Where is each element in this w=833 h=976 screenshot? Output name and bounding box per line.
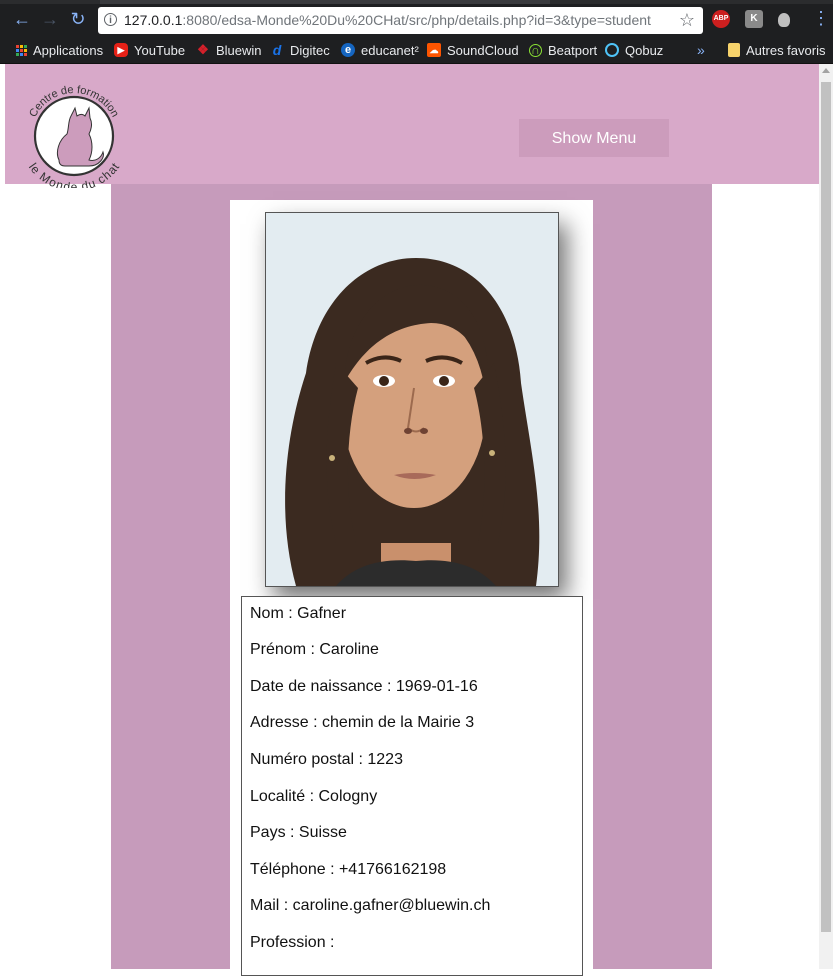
- bookmark-beatport[interactable]: ∩ Beatport: [529, 41, 597, 59]
- youtube-icon: ▶: [114, 43, 128, 57]
- detail-date-naissance: Date de naissance : 1969-01-16: [250, 678, 478, 695]
- detail-nom: Nom : Gafner: [250, 605, 347, 622]
- show-menu-button[interactable]: Show Menu: [519, 119, 669, 157]
- forward-arrow-icon[interactable]: →: [40, 9, 60, 29]
- bookmark-label: SoundCloud: [447, 42, 519, 58]
- browser-menu-icon[interactable]: ⋮: [812, 8, 830, 28]
- student-details: Nom : Gafner Prénom : Caroline Date de n…: [241, 596, 583, 976]
- back-arrow-icon[interactable]: ←: [12, 9, 32, 29]
- detail-pays: Pays : Suisse: [250, 824, 347, 841]
- lightbulb-extension-icon[interactable]: [778, 13, 790, 27]
- site-logo[interactable]: Centre de formation le Monde du chat: [19, 78, 129, 194]
- folder-icon: [728, 43, 740, 57]
- beatport-icon: ∩: [529, 43, 542, 57]
- adblock-plus-icon[interactable]: ABP: [712, 10, 730, 28]
- bookmark-label: Digitec: [290, 42, 330, 58]
- site-header: Centre de formation le Monde du chat Sho…: [5, 64, 819, 194]
- bookmark-star-icon[interactable]: ☆: [679, 10, 695, 31]
- bookmark-label: Beatport: [548, 42, 598, 58]
- address-bar[interactable]: i 127.0.0.1:8080/edsa-Monde%20Du%20CHat/…: [98, 7, 703, 34]
- detail-numero-postal: Numéro postal : 1223: [250, 751, 403, 768]
- k-extension-icon[interactable]: K: [745, 10, 763, 28]
- bookmark-label: Bluewin: [216, 42, 262, 58]
- student-photo: [265, 212, 559, 587]
- bluewin-icon: ❖: [197, 42, 209, 57]
- bookmark-soundcloud[interactable]: ☁ SoundCloud: [427, 41, 519, 59]
- digitec-icon: d: [272, 42, 282, 58]
- detail-adresse: Adresse : chemin de la Mairie 3: [250, 714, 475, 731]
- detail-telephone: Téléphone : +41766162198: [250, 861, 447, 878]
- page-left-edge: [0, 64, 5, 969]
- bookmark-youtube[interactable]: ▶ YouTube: [114, 41, 185, 59]
- bookmark-qobuz[interactable]: Qobuz: [605, 41, 663, 59]
- detail-localite: Localité : Cologny: [250, 788, 378, 805]
- bookmark-bluewin[interactable]: ❖ Bluewin: [196, 41, 262, 59]
- bookmark-applications[interactable]: Applications: [16, 41, 103, 59]
- bookmarks-bar: Applications ▶ YouTube ❖ Bluewin d Digit…: [0, 37, 833, 64]
- bookmark-label: YouTube: [134, 42, 186, 58]
- tab-strip: [0, 0, 833, 4]
- page-scrollbar[interactable]: [819, 64, 833, 969]
- bookmark-label: Autres favoris: [746, 42, 826, 58]
- portrait-image: [266, 213, 558, 586]
- url-host: 127.0.0.1: [124, 12, 183, 28]
- bookmark-label: Qobuz: [625, 42, 664, 58]
- browser-toolbar: ← → ↻ i 127.0.0.1:8080/edsa-Monde%20Du%2…: [0, 0, 833, 37]
- detail-profession: Profession :: [250, 934, 335, 951]
- bookmark-autres-favoris[interactable]: Autres favoris: [728, 41, 825, 59]
- chevron-double-right-icon[interactable]: »: [697, 41, 705, 59]
- url-path: :8080/edsa-Monde%20Du%20CHat/src/php/det…: [182, 12, 651, 28]
- apps-grid-icon: [16, 44, 27, 56]
- reload-icon[interactable]: ↻: [68, 9, 88, 29]
- soundcloud-icon: ☁: [427, 43, 441, 57]
- url-text[interactable]: 127.0.0.1:8080/edsa-Monde%20Du%20CHat/sr…: [124, 12, 651, 28]
- info-icon[interactable]: i: [104, 13, 117, 26]
- qobuz-icon: [605, 43, 619, 57]
- detail-mail: Mail : caroline.gafner@bluewin.ch: [250, 897, 491, 914]
- bookmark-label: educanet²: [361, 42, 419, 58]
- bookmark-digitec[interactable]: d Digitec: [270, 41, 330, 59]
- active-tab[interactable]: [100, 0, 550, 4]
- cat-logo-icon: Centre de formation le Monde du chat: [26, 84, 123, 194]
- bookmark-educanet[interactable]: e educanet²: [341, 41, 419, 59]
- detail-prenom: Prénom : Caroline: [250, 641, 379, 658]
- bookmark-label: Applications: [33, 42, 104, 58]
- scrollbar-thumb[interactable]: [821, 82, 831, 932]
- educanet-icon: e: [341, 43, 355, 57]
- scroll-up-arrow-icon[interactable]: [822, 68, 830, 73]
